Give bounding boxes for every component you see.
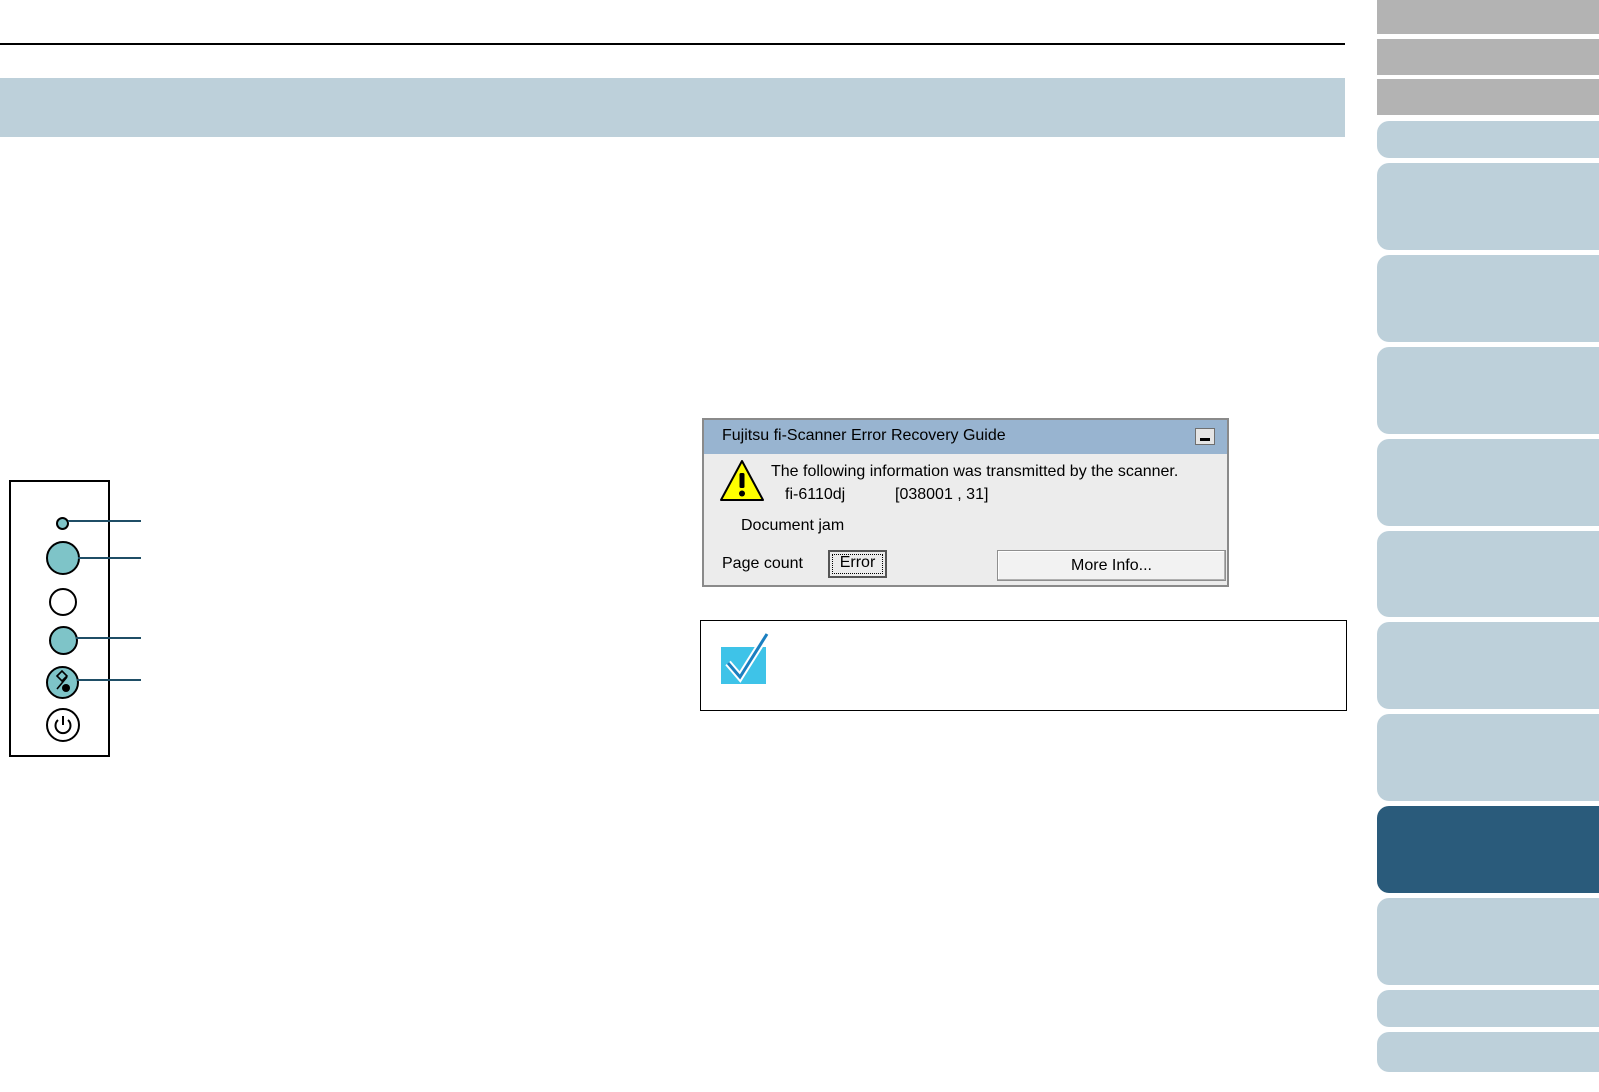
dialog-message: The following information was transmitte… — [771, 463, 1179, 480]
nav-tab-4[interactable] — [1377, 347, 1599, 434]
minimize-icon — [1200, 438, 1210, 441]
nav-tab-3[interactable] — [1377, 255, 1599, 342]
nav-tab-9-active[interactable] — [1377, 806, 1599, 893]
nav-tab-10[interactable] — [1377, 898, 1599, 985]
callout-line-scan-stop — [77, 679, 141, 681]
power-button — [46, 708, 80, 742]
scan-stop-icon — [55, 669, 70, 692]
scan-stop-button — [46, 666, 79, 699]
nav-tab-12[interactable] — [1377, 1032, 1599, 1072]
power-icon — [54, 716, 72, 735]
scanner-model: fi-6110dj — [785, 486, 846, 503]
error-button-label: Error — [839, 554, 876, 571]
dialog-title: Fujitsu fi-Scanner Error Recovery Guide — [722, 427, 1006, 444]
error-code: [038001 , 31] — [895, 486, 989, 503]
minimize-button[interactable] — [1195, 428, 1215, 445]
error-button[interactable]: Error — [828, 550, 887, 578]
error-recovery-dialog: Fujitsu fi-Scanner Error Recovery Guide … — [702, 418, 1229, 587]
nav-tab-2[interactable] — [1377, 163, 1599, 250]
page-count-label: Page count — [722, 555, 803, 572]
header-rule — [0, 43, 1345, 45]
nav-tab-11[interactable] — [1377, 990, 1599, 1027]
hint-check-icon — [721, 633, 769, 684]
nav-tab-1[interactable] — [1377, 121, 1599, 158]
nav-tab-8[interactable] — [1377, 714, 1599, 801]
nav-tab-5[interactable] — [1377, 439, 1599, 526]
hint-box — [700, 620, 1347, 711]
error-led — [56, 517, 69, 530]
nav-tab-6[interactable] — [1377, 531, 1599, 617]
dialog-titlebar: Fujitsu fi-Scanner Error Recovery Guide — [704, 420, 1227, 454]
nav-tab-7[interactable] — [1377, 622, 1599, 709]
warning-icon — [720, 460, 764, 501]
function-button — [49, 588, 77, 616]
section-title-band — [0, 78, 1345, 137]
error-description: Document jam — [741, 517, 845, 534]
nav-tab-top-1[interactable] — [1377, 0, 1599, 34]
callout-line-function-display — [78, 557, 141, 559]
send-to-button — [49, 626, 78, 655]
nav-tab-top-2[interactable] — [1377, 39, 1599, 75]
callout-line-error-led — [68, 520, 141, 522]
callout-line-send-to — [76, 637, 141, 639]
more-info-button[interactable]: More Info... — [997, 550, 1226, 581]
nav-tab-top-3[interactable] — [1377, 79, 1599, 115]
function-number-display — [46, 541, 80, 575]
